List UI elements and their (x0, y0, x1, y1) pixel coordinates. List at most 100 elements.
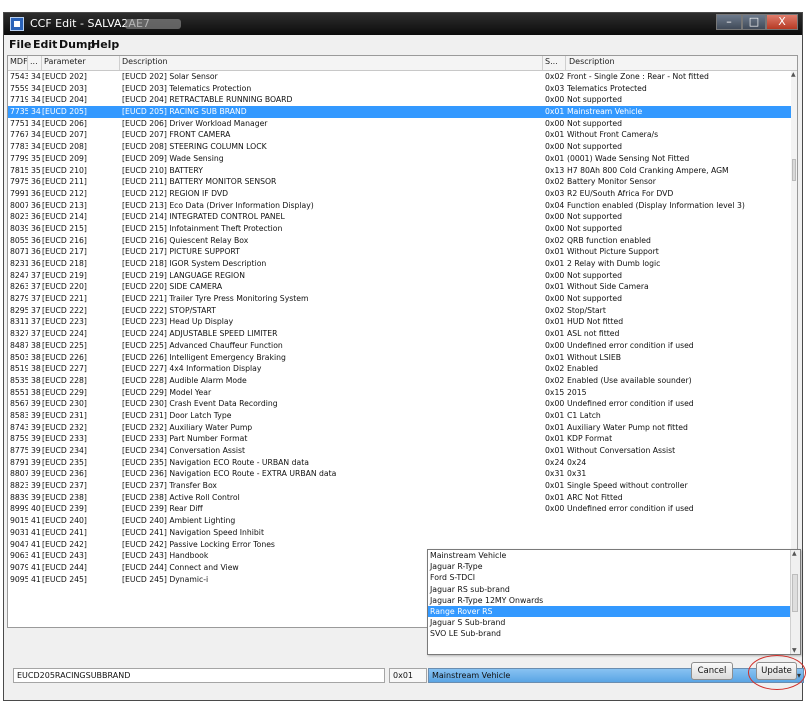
table-row[interactable]: 7543342[EUCD 202] [EUCD 202] Solar Sensor… (8, 71, 791, 83)
table-row[interactable]: 9015410[EUCD 240] [EUCD 240] Ambient Ligh… (8, 515, 791, 527)
minimize-button[interactable]: – (716, 14, 742, 30)
update-button[interactable]: Update (756, 662, 797, 680)
table-row[interactable]: 8519387[EUCD 227] [EUCD 227] 4x4 Informat… (8, 363, 791, 375)
col-header-parameter[interactable]: Parameter (44, 57, 86, 66)
parameter-name-field[interactable]: EUCD205RACINGSUBBRAND (13, 668, 385, 683)
table-row[interactable]: 7767348[EUCD 207] [EUCD 207] FRONT CAMERA… (8, 129, 791, 141)
col-header-description[interactable]: Description (122, 57, 168, 66)
maximize-button[interactable]: □ (742, 14, 766, 30)
cropped-caption (0, 0, 806, 12)
menu-edit[interactable]: Edit (33, 38, 57, 51)
dropdown-scrollbar[interactable]: ▲ ▼ (790, 550, 800, 654)
mdf-cell: 8519 (10, 364, 28, 374)
title-bar[interactable]: CCF Edit - SALVA2AE7 – □ X (4, 13, 802, 35)
table-row[interactable]: 7783349[EUCD 208] [EUCD 208] STEERING COL… (8, 141, 791, 153)
dropdown-option[interactable]: Ford S-TDCI (428, 572, 800, 583)
table-row[interactable]: 8263371[EUCD 220] [EUCD 220] SIDE CAMERA 0… (8, 281, 791, 293)
col-header-setting-description[interactable]: Description (569, 57, 615, 66)
table-row[interactable]: 8791396[EUCD 235] [EUCD 235] Navigation E… (8, 457, 791, 469)
table-row[interactable]: 8295373[EUCD 222] [EUCD 222] STOP/START 0x… (8, 305, 791, 317)
setting-description-cell: Stop/Start (567, 305, 606, 315)
table-row[interactable]: 7799350[EUCD 209] [EUCD 209] Wade Sensing… (8, 153, 791, 165)
index-cell: 386 (31, 352, 41, 362)
menu-dump[interactable]: Dump (59, 38, 95, 51)
table-row[interactable]: 8023364[EUCD 214] [EUCD 214] INTEGRATED C… (8, 211, 791, 223)
parameter-cell: [EUCD 209] (42, 153, 87, 163)
index-cell: 372 (31, 294, 41, 304)
scroll-thumb[interactable] (792, 159, 796, 181)
description-cell: [EUCD 222] STOP/START (122, 305, 216, 315)
table-row[interactable]: 8311374[EUCD 223] [EUCD 223] Head Up Disp… (8, 316, 791, 328)
description-cell: [EUCD 237] Transfer Box (122, 481, 217, 491)
description-cell: [EUCD 203] Telematics Protection (122, 83, 252, 93)
description-cell: [EUCD 229] Model Year (122, 387, 212, 397)
table-row[interactable]: 8055366[EUCD 216] [EUCD 216] Quiescent Re… (8, 235, 791, 247)
index-cell: 413 (31, 551, 41, 561)
table-row[interactable]: 8567390[EUCD 230] [EUCD 230] Crash Event … (8, 398, 791, 410)
dropdown-option[interactable]: Range Rover RS (428, 605, 800, 618)
dropdown-option[interactable]: Jaguar R-Type 12MY Onwards (428, 595, 800, 606)
redacted-serial (125, 19, 181, 29)
hex-value-field[interactable]: 0x01 (389, 668, 427, 683)
dropdown-option[interactable]: Mainstream Vehicle (428, 550, 800, 561)
table-row[interactable]: 8007363[EUCD 213] [EUCD 213] Eco Data (Dr… (8, 200, 791, 212)
table-row[interactable]: 8743393[EUCD 232] [EUCD 232] Auxiliary Wa… (8, 422, 791, 434)
dropdown-option[interactable]: Jaguar S Sub-brand (428, 617, 800, 628)
table-row[interactable]: 7559343[EUCD 203] [EUCD 203] Telematics P… (8, 83, 791, 95)
mdf-cell: 8311 (10, 317, 28, 327)
table-row[interactable]: 8807397[EUCD 236] [EUCD 236] Navigation E… (8, 468, 791, 480)
setting-description-cell: ARC Not Fitted (567, 492, 623, 502)
table-row[interactable]: 7735346[EUCD 205] [EUCD 205] RACING SUB B… (8, 106, 791, 118)
col-header-index[interactable]: ... (30, 57, 38, 66)
table-row[interactable]: 8839399[EUCD 238] [EUCD 238] Active Roll … (8, 492, 791, 504)
setting-cell: 0x00 (545, 270, 565, 280)
col-header-mdf[interactable]: MDF (10, 57, 28, 66)
table-row[interactable]: 8039365[EUCD 215] [EUCD 215] Infotainment… (8, 223, 791, 235)
setting-description-cell: Front - Single Zone : Rear - Not fitted (567, 72, 709, 81)
scroll-down-icon[interactable]: ▼ (792, 647, 797, 654)
mdf-cell: 8567 (10, 399, 28, 409)
table-row[interactable]: 8487385[EUCD 225] [EUCD 225] Advanced Cha… (8, 340, 791, 352)
table-row[interactable]: 8759394[EUCD 233] [EUCD 233] Part Number … (8, 433, 791, 445)
table-row[interactable]: 7751347[EUCD 206] [EUCD 206] Driver Workl… (8, 118, 791, 130)
menu-help[interactable]: Help (91, 38, 119, 51)
table-row[interactable]: 8503386[EUCD 226] [EUCD 226] Intelligent … (8, 352, 791, 364)
table-row[interactable]: 8327375[EUCD 224] [EUCD 224] ADJUSTABLE S… (8, 328, 791, 340)
table-vertical-scrollbar[interactable]: ▲ (791, 71, 797, 623)
chevron-down-icon[interactable]: ▾ (797, 669, 801, 682)
table-row[interactable]: 8775395[EUCD 234] [EUCD 234] Conversation… (8, 445, 791, 457)
cancel-button[interactable]: Cancel (691, 662, 733, 680)
table-row[interactable]: 7975361[EUCD 211] [EUCD 211] BATTERY MONI… (8, 176, 791, 188)
setting-cell: 0x01 (545, 422, 565, 432)
table-row[interactable]: 8823398[EUCD 237] [EUCD 237] Transfer Box… (8, 480, 791, 492)
table-row[interactable]: 8583391[EUCD 231] [EUCD 231] Door Latch T… (8, 410, 791, 422)
description-cell: [EUCD 240] Ambient Lighting (122, 516, 236, 526)
value-select-label: Mainstream Vehicle (432, 671, 511, 680)
dropdown-option[interactable]: Jaguar RS sub-brand (428, 584, 800, 595)
value-select[interactable]: Mainstream Vehicle ▾ (428, 668, 804, 683)
parameter-cell: [EUCD 220] (42, 282, 87, 292)
value-dropdown-list[interactable]: Mainstream Vehicle Jaguar R-Type Ford S-TD… (427, 549, 801, 655)
col-header-setting[interactable]: S... (545, 57, 558, 66)
table-row[interactable]: 7719345[EUCD 204] [EUCD 204] RETRACTABLE … (8, 94, 791, 106)
table-row[interactable]: 8247370[EUCD 219] [EUCD 219] LANGUAGE REG… (8, 270, 791, 282)
table-row[interactable]: 8551389[EUCD 229] [EUCD 229] Model Year 0x… (8, 387, 791, 399)
menu-file[interactable]: File (9, 38, 32, 51)
table-row[interactable]: 8999409[EUCD 239] [EUCD 239] Rear Diff 0x0… (8, 503, 791, 515)
dropdown-option[interactable]: SVO LE Sub-brand (428, 628, 800, 639)
table-row[interactable]: 8071367[EUCD 217] [EUCD 217] PICTURE SUPP… (8, 246, 791, 258)
table-row[interactable]: 8231369[EUCD 218] [EUCD 218] IGOR System … (8, 258, 791, 270)
table-row[interactable]: 8535388[EUCD 228] [EUCD 228] Audible Alar… (8, 375, 791, 387)
table-row[interactable]: 8279372[EUCD 221] [EUCD 221] Trailer Tyre… (8, 293, 791, 305)
parameter-cell: [EUCD 217] (42, 247, 87, 257)
parameter-cell: [EUCD 244] (42, 562, 87, 572)
setting-cell: 0x02 (545, 305, 565, 315)
table-row[interactable]: 7815351[EUCD 210] [EUCD 210] BATTERY 0x13H… (8, 165, 791, 177)
table-row[interactable]: 9031411[EUCD 241] [EUCD 241] Navigation S… (8, 527, 791, 539)
scroll-up-icon[interactable]: ▲ (791, 71, 796, 78)
close-button[interactable]: X (766, 14, 798, 30)
dropdown-scroll-thumb[interactable] (792, 574, 798, 612)
scroll-up-icon[interactable]: ▲ (792, 550, 797, 557)
dropdown-option[interactable]: Jaguar R-Type (428, 561, 800, 572)
table-row[interactable]: 7991362[EUCD 212] [EUCD 212] REGION IF DV… (8, 188, 791, 200)
